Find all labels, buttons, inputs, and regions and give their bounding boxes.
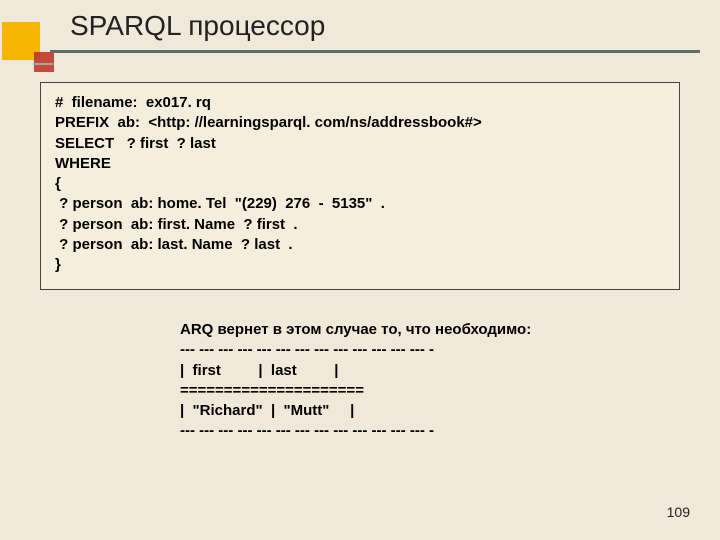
code-line: { <box>55 174 665 194</box>
slide-title: SPARQL процессор <box>70 10 325 42</box>
result-line: ARQ вернет в этом случае то, что необход… <box>180 320 531 340</box>
square-red-icon <box>34 52 54 72</box>
result-line: --- --- --- --- --- --- --- --- --- --- … <box>180 340 531 360</box>
code-line: } <box>55 255 665 275</box>
code-line: ? person ab: first. Name ? first . <box>55 215 665 235</box>
result-line: | "Richard" | "Mutt" | <box>180 401 531 421</box>
code-line: ? person ab: home. Tel "(229) 276 - 5135… <box>55 194 665 214</box>
page-number: 109 <box>667 504 690 520</box>
code-line: SELECT ? first ? last <box>55 134 665 154</box>
square-yellow-icon <box>2 22 40 60</box>
decoration-line-icon <box>33 63 53 65</box>
title-underline <box>50 50 700 53</box>
code-line: ? person ab: last. Name ? last . <box>55 235 665 255</box>
result-line: ===================== <box>180 381 531 401</box>
sparql-query-box: # filename: ex017. rq PREFIX ab: <http: … <box>40 82 680 290</box>
code-line: WHERE <box>55 154 665 174</box>
code-line: PREFIX ab: <http: //learningsparql. com/… <box>55 113 665 133</box>
result-line: | first | last | <box>180 361 531 381</box>
arq-result-box: ARQ вернет в этом случае то, что необход… <box>180 320 531 442</box>
code-line: # filename: ex017. rq <box>55 93 665 113</box>
result-line: --- --- --- --- --- --- --- --- --- --- … <box>180 421 531 441</box>
